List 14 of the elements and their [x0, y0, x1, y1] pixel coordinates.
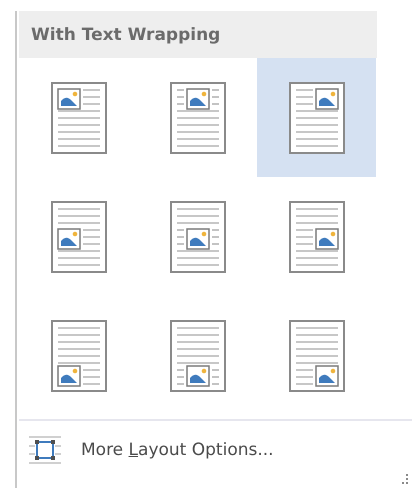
wrap-layout-icon — [170, 320, 226, 392]
wrap-layout-option[interactable] — [257, 58, 376, 177]
wrap-layout-icon — [288, 82, 344, 154]
resize-grip-icon[interactable] — [401, 474, 409, 484]
wrap-layout-icon — [50, 320, 106, 392]
layout-options-icon — [29, 436, 61, 464]
section-header: With Text Wrapping — [19, 11, 377, 58]
wrap-layout-icon — [170, 82, 226, 154]
wrap-layout-icon — [50, 82, 106, 154]
wrap-layout-icon — [288, 200, 344, 272]
wrap-layout-icon — [170, 200, 226, 272]
more-layout-options-item[interactable]: More Layout Options... — [19, 421, 412, 479]
wrap-layout-icon — [50, 200, 106, 272]
wrap-layout-icon — [288, 320, 344, 392]
